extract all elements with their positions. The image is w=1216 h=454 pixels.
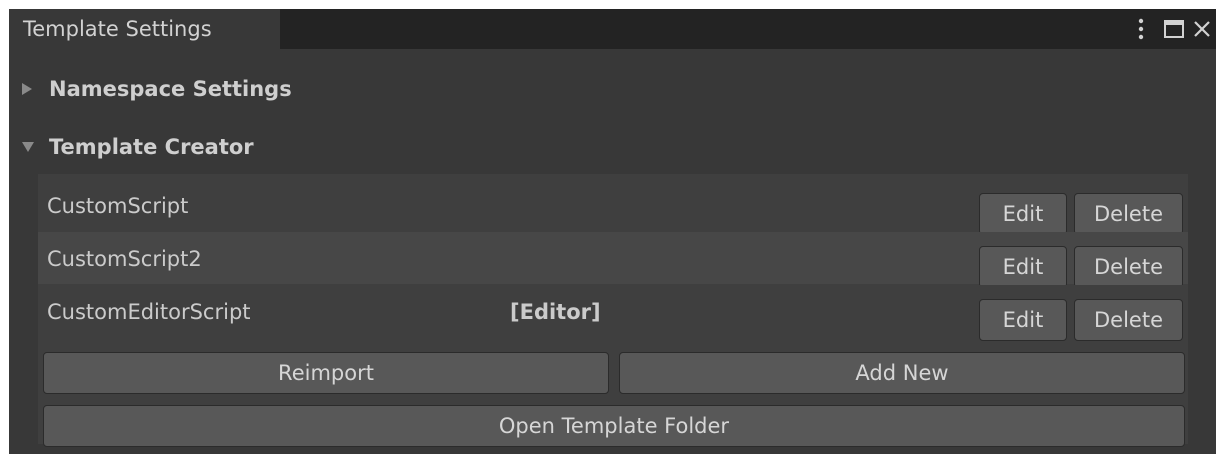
delete-button[interactable]: Delete xyxy=(1074,246,1183,288)
template-row: CustomScript Edit Delete xyxy=(38,179,1188,235)
foldout-template-creator[interactable]: Template Creator xyxy=(21,127,254,167)
tab-bar: Template Settings xyxy=(9,9,1216,49)
delete-button[interactable]: Delete xyxy=(1074,193,1183,235)
tab-template-settings[interactable]: Template Settings xyxy=(9,9,280,49)
template-name: CustomScript xyxy=(47,194,189,218)
template-name: CustomScript2 xyxy=(47,247,202,271)
edit-button[interactable]: Edit xyxy=(979,299,1067,341)
foldout-label: Template Creator xyxy=(49,135,254,159)
close-icon[interactable] xyxy=(1191,9,1213,49)
edit-button[interactable]: Edit xyxy=(979,246,1067,288)
maximize-icon[interactable] xyxy=(1163,9,1185,49)
add-new-button[interactable]: Add New xyxy=(619,352,1185,394)
caret-right-icon xyxy=(21,82,49,96)
foldout-label: Namespace Settings xyxy=(49,77,292,101)
template-settings-window: Template Settings Namespace Settings Tem… xyxy=(9,9,1216,454)
kebab-menu-icon[interactable] xyxy=(1131,9,1151,49)
caret-down-icon xyxy=(21,141,49,153)
open-template-folder-button[interactable]: Open Template Folder xyxy=(43,405,1185,447)
template-tag: [Editor] xyxy=(510,300,601,324)
template-list-panel: CustomScript Edit Delete CustomScript2 E… xyxy=(38,174,1188,447)
window-controls xyxy=(1131,9,1216,49)
delete-button[interactable]: Delete xyxy=(1074,299,1183,341)
edit-button[interactable]: Edit xyxy=(979,193,1067,235)
template-row: CustomEditorScript [Editor] Edit Delete xyxy=(38,285,1188,341)
template-name: CustomEditorScript xyxy=(47,300,251,324)
foldout-namespace-settings[interactable]: Namespace Settings xyxy=(21,69,292,109)
template-row: CustomScript2 Edit Delete xyxy=(38,232,1188,288)
reimport-button[interactable]: Reimport xyxy=(43,352,609,394)
